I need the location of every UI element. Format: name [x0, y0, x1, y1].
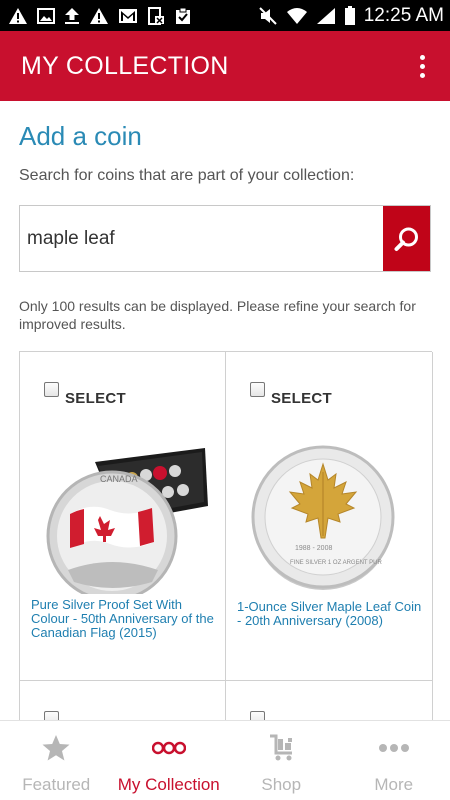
nav-featured[interactable]: Featured [0, 721, 113, 800]
nav-more[interactable]: More [338, 721, 450, 800]
page-title: Add a coin [19, 121, 142, 151]
search-instructions: Search for coins that are part of your c… [19, 167, 355, 184]
upload-icon [65, 7, 79, 24]
more-dots-icon [378, 744, 409, 752]
nav-shop[interactable]: Shop [225, 721, 338, 800]
star-icon [42, 735, 70, 761]
nav-label: My Collection [117, 775, 220, 794]
search-input[interactable] [20, 206, 383, 271]
select-label: SELECT [65, 390, 126, 407]
nav-label: More [374, 775, 414, 794]
select-checkbox[interactable] [250, 711, 265, 720]
coin-card[interactable]: SELECT 1988 - 2008 FINE SILVER 1 OZ ARGE… [226, 352, 433, 681]
select-checkbox[interactable] [44, 711, 59, 720]
select-checkbox[interactable] [44, 382, 59, 397]
results-notice: Only 100 results can be displayed. Pleas… [19, 298, 416, 332]
svg-text:FINE SILVER 1 OZ ARGENT PUR: FINE SILVER 1 OZ ARGENT PUR [290, 560, 382, 566]
svg-text:1988 - 2008: 1988 - 2008 [295, 545, 332, 552]
cart-icon [270, 734, 293, 761]
coin-card[interactable]: SELECT CANADA Pure Silver Proof Set With… [20, 352, 226, 681]
status-bar: 12:25 AM [0, 0, 450, 31]
nav-my-collection[interactable]: My Collection [113, 721, 226, 800]
select-checkbox[interactable] [250, 382, 265, 397]
mute-icon [259, 6, 277, 25]
search-icon [394, 227, 418, 251]
app-bar: MY COLLECTION [0, 31, 450, 101]
svg-text:CANADA: CANADA [100, 474, 138, 484]
app-bar-title: MY COLLECTION [21, 51, 229, 80]
warning-icon [9, 7, 27, 24]
overflow-menu-icon[interactable] [412, 54, 432, 78]
coin-image: CANADA [46, 448, 208, 594]
wifi-icon [286, 7, 307, 24]
status-time: 12:25 AM [363, 4, 444, 26]
battery-icon [344, 5, 355, 25]
results-grid: SELECT CANADA Pure Silver Proof Set With… [19, 351, 433, 720]
image-icon [37, 7, 55, 24]
signal-icon [316, 7, 335, 24]
nav-label: Shop [261, 775, 302, 794]
nav-label: Featured [22, 775, 91, 794]
coin-name[interactable]: Pure Silver Proof Set With Colour - 50th… [31, 598, 219, 640]
search-button[interactable] [383, 206, 430, 271]
warning-icon [90, 7, 108, 24]
gmail-icon [119, 8, 137, 23]
select-label: SELECT [271, 390, 332, 407]
coin-card[interactable] [226, 681, 433, 720]
main-content[interactable]: Add a coin Search for coins that are par… [0, 101, 450, 720]
coins-icon [151, 741, 186, 755]
search-bar [19, 205, 431, 272]
coin-name[interactable]: 1-Ounce Silver Maple Leaf Coin - 20th An… [237, 600, 425, 628]
bottom-navigation: Featured My Collection Shop More [0, 720, 450, 800]
coin-card[interactable] [20, 681, 226, 720]
coin-image: 1988 - 2008 FINE SILVER 1 OZ ARGENT PUR [251, 445, 395, 590]
clipboard-check-icon [176, 7, 190, 24]
sim-card-icon [148, 6, 164, 25]
